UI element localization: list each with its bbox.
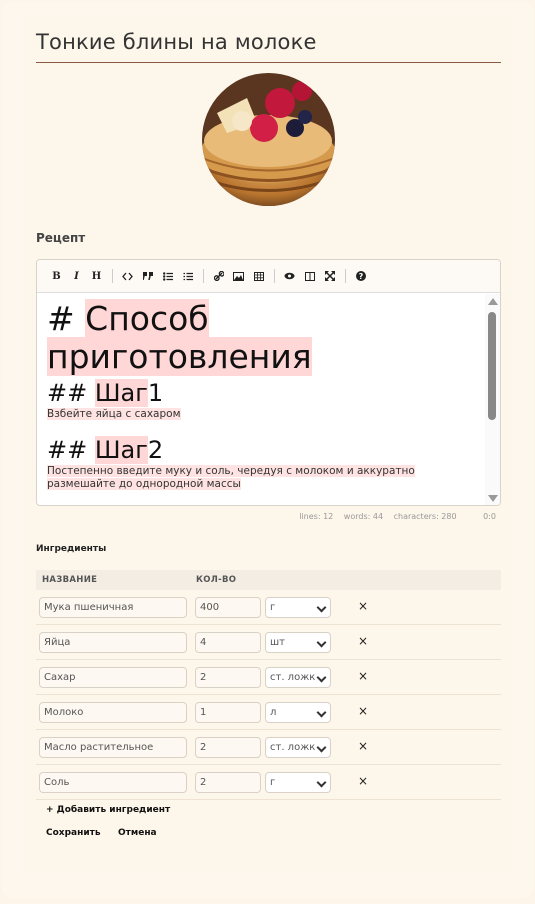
- ingredient-name-input[interactable]: Яйца: [39, 632, 187, 653]
- name-column-header: НАЗВАНИЕ: [42, 575, 98, 585]
- heading-number: 1: [147, 379, 164, 407]
- ingredient-unit-select[interactable]: ст. ложк: [265, 667, 331, 688]
- add-ingredient-button[interactable]: + Добавить ингредиент: [46, 805, 170, 815]
- ingredient-qty-input[interactable]: 400: [195, 597, 261, 618]
- toolbar-separator: [203, 269, 204, 283]
- toolbar-separator: [274, 269, 275, 283]
- ingredient-row: Масло растительное 2 ст. ложк ×: [36, 730, 501, 765]
- ingredient-name-input[interactable]: Соль: [39, 772, 187, 793]
- svg-text:?: ?: [358, 272, 363, 281]
- lines-count: lines: 12: [299, 512, 334, 521]
- ingredient-name-input[interactable]: Молоко: [39, 702, 187, 723]
- ingredient-unit-select[interactable]: шт: [265, 632, 331, 653]
- ingredient-qty-input[interactable]: 4: [195, 632, 261, 653]
- ingredient-name-input[interactable]: Масло растительное: [39, 737, 187, 758]
- markdown-editor[interactable]: B I H ? # Способ приготовления ## Шаг1 В…: [36, 259, 501, 506]
- ingredient-row: Молоко 1 л ×: [36, 695, 501, 730]
- ingredient-qty-input[interactable]: 2: [195, 667, 261, 688]
- save-button[interactable]: Сохранить: [46, 828, 101, 838]
- heading-hash: #: [47, 299, 75, 338]
- quote-icon[interactable]: [138, 267, 157, 286]
- heading-hash: ##: [47, 379, 88, 407]
- delete-ingredient-icon[interactable]: ×: [358, 774, 368, 788]
- italic-icon[interactable]: I: [67, 267, 86, 286]
- step-text: Постепенно введите муку и соль, чередуя …: [47, 465, 415, 477]
- editor-scrollbar[interactable]: [485, 294, 500, 505]
- markdown-heading-1: # Способ: [47, 299, 475, 338]
- markdown-heading-step2: ## Шаг2: [47, 435, 475, 465]
- heading-text: приготовления: [47, 337, 312, 376]
- ordered-list-icon[interactable]: [178, 267, 197, 286]
- unordered-list-icon[interactable]: [158, 267, 177, 286]
- ingredients-table-header: НАЗВАНИЕ КОЛ-ВО: [36, 570, 501, 590]
- ingredient-qty-input[interactable]: 1: [195, 702, 261, 723]
- ingredient-row: Соль 2 г ×: [36, 765, 501, 800]
- title-divider: [36, 62, 501, 63]
- heading-hash: ##: [47, 436, 88, 464]
- ingredient-unit-select[interactable]: ст. ложк: [265, 737, 331, 758]
- bold-icon[interactable]: B: [47, 267, 66, 286]
- ingredient-unit-select[interactable]: л: [265, 702, 331, 723]
- recipe-label: Рецепт: [36, 231, 86, 245]
- step-text: размешайте до однородной массы: [47, 478, 241, 490]
- ingredient-unit-select[interactable]: г: [265, 772, 331, 793]
- heading-icon[interactable]: H: [87, 267, 106, 286]
- markdown-heading-1-cont: приготовления: [47, 337, 475, 376]
- toolbar-separator: [345, 269, 346, 283]
- step1-description: Взбейте яйца с сахаром: [47, 408, 475, 421]
- ingredients-table: НАЗВАНИЕ КОЛ-ВО Мука пшеничная 400 г × Яйца 4…: [36, 570, 501, 800]
- heading-number: 2: [147, 436, 164, 464]
- scroll-thumb[interactable]: [488, 312, 496, 420]
- ingredient-row: Сахар 2 ст. ложк ×: [36, 660, 501, 695]
- ingredient-qty-input[interactable]: 2: [195, 737, 261, 758]
- table-icon[interactable]: [249, 267, 268, 286]
- side-by-side-icon[interactable]: [300, 267, 319, 286]
- code-icon[interactable]: [118, 267, 137, 286]
- cursor-position: 0:0: [483, 512, 496, 521]
- cancel-button[interactable]: Отмена: [118, 828, 157, 838]
- ingredients-label: Ингредиенты: [36, 544, 107, 554]
- qty-column-header: КОЛ-ВО: [196, 575, 237, 585]
- delete-ingredient-icon[interactable]: ×: [358, 739, 368, 753]
- delete-ingredient-icon[interactable]: ×: [358, 599, 368, 613]
- recipe-photo: [202, 73, 335, 206]
- ingredient-row: Яйца 4 шт ×: [36, 625, 501, 660]
- step2-description: Постепенно введите муку и соль, чередуя …: [47, 465, 475, 491]
- words-count: words: 44: [343, 512, 384, 521]
- fullscreen-icon[interactable]: [320, 267, 339, 286]
- step-text: Взбейте яйца с сахаром: [47, 408, 181, 420]
- toolbar-separator: [112, 269, 113, 283]
- scroll-up-icon[interactable]: [488, 298, 498, 305]
- help-icon[interactable]: ?: [351, 267, 370, 286]
- characters-count: characters: 280: [393, 512, 457, 521]
- ingredient-name-input[interactable]: Сахар: [39, 667, 187, 688]
- ingredient-row: Мука пшеничная 400 г ×: [36, 590, 501, 625]
- editor-content[interactable]: # Способ приготовления ## Шаг1 Взбейте я…: [37, 294, 485, 505]
- delete-ingredient-icon[interactable]: ×: [358, 704, 368, 718]
- link-icon[interactable]: [209, 267, 228, 286]
- preview-icon[interactable]: [280, 267, 299, 286]
- scroll-down-icon[interactable]: [488, 495, 498, 502]
- heading-text: Способ: [85, 299, 209, 338]
- editor-statusbar: lines: 12 words: 44 characters: 280 0:0: [36, 512, 496, 521]
- editor-toolbar: B I H ?: [37, 260, 500, 293]
- ingredient-name-input[interactable]: Мука пшеничная: [39, 597, 187, 618]
- ingredient-qty-input[interactable]: 2: [195, 772, 261, 793]
- heading-text: Шаг: [94, 379, 148, 407]
- image-icon[interactable]: [229, 267, 248, 286]
- delete-ingredient-icon[interactable]: ×: [358, 669, 368, 683]
- page-title: Тонкие блины на молоке: [36, 30, 317, 54]
- heading-text: Шаг: [94, 436, 148, 464]
- markdown-heading-step1: ## Шаг1: [47, 378, 475, 408]
- delete-ingredient-icon[interactable]: ×: [358, 634, 368, 648]
- ingredient-unit-select[interactable]: г: [265, 597, 331, 618]
